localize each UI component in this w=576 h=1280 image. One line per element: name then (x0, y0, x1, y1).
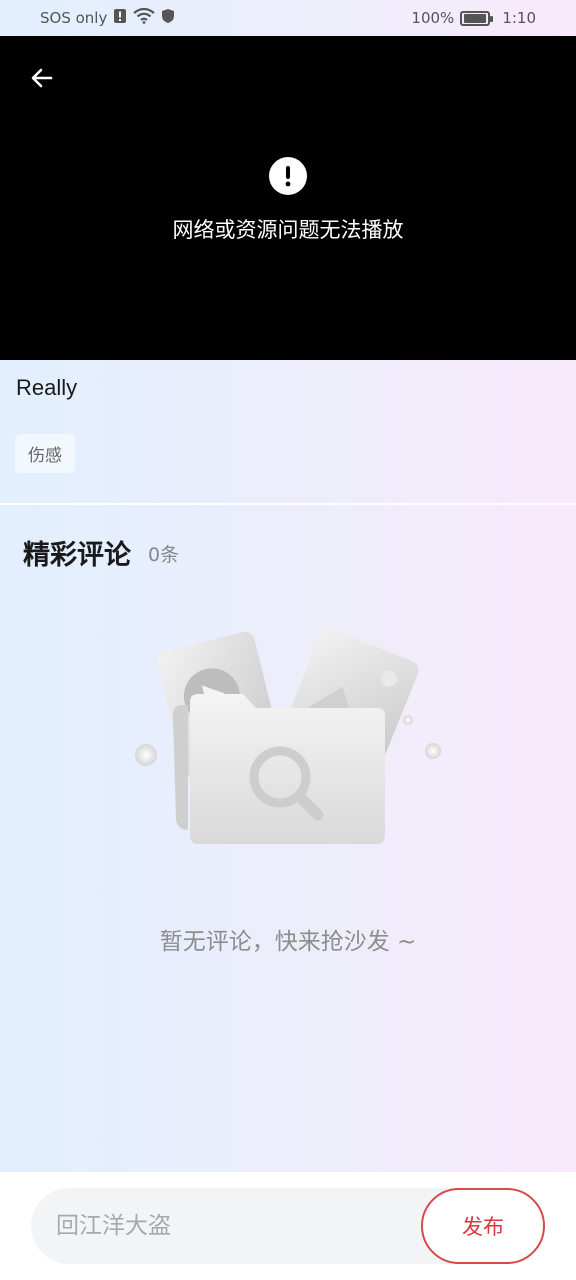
carrier-text: SOS only (40, 9, 108, 27)
reply-input[interactable] (31, 1188, 431, 1264)
empty-folder-search-illustration (135, 628, 441, 844)
comments-count: 0条 (148, 544, 180, 566)
playback-error-message: 网络或资源问题无法播放 (172, 218, 404, 242)
shield-icon (161, 8, 175, 28)
back-arrow-icon (31, 68, 53, 88)
tag-chip[interactable]: 伤感 (15, 434, 75, 473)
song-title: Really (16, 375, 78, 400)
status-right: 100% 1:10 (411, 9, 536, 27)
battery-percent: 100% (411, 9, 455, 27)
status-bar: SOS only 100% 1:10 (0, 0, 576, 36)
exclamation-icon (269, 157, 307, 195)
alert-sim-icon (113, 8, 127, 28)
video-player[interactable]: 网络或资源问题无法播放 (0, 36, 576, 360)
clock: 1:10 (502, 9, 536, 27)
back-button[interactable] (22, 58, 62, 98)
divider (0, 503, 576, 505)
empty-comments-message: 暂无评论，快来抢沙发 ~ (159, 929, 417, 955)
battery-icon (460, 10, 494, 26)
reply-bar: 发布 (0, 1172, 576, 1280)
wifi-icon (133, 7, 156, 28)
publish-button[interactable]: 发布 (421, 1188, 545, 1264)
comments-heading: 精彩评论 (23, 540, 131, 571)
status-left: SOS only (40, 7, 175, 28)
